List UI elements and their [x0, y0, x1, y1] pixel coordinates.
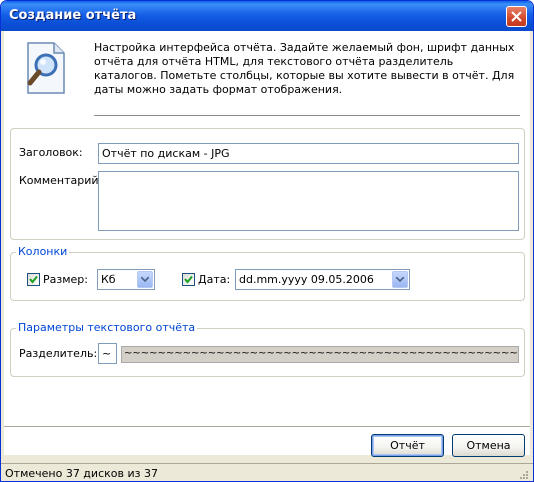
separator-label: Разделитель: — [19, 347, 98, 360]
dialog-body: Заголовок: Отчёт по дискам - JPG Коммент… — [4, 118, 530, 455]
size-unit-value: Кб — [101, 273, 116, 286]
report-button[interactable]: Отчёт — [371, 434, 444, 457]
size-unit-select[interactable]: Кб — [97, 269, 155, 290]
text-report-group: Параметры текстового отчёта Разделитель:… — [10, 321, 525, 377]
document-magnifier-icon — [24, 41, 70, 98]
header-divider — [94, 115, 520, 116]
close-button[interactable] — [506, 6, 527, 27]
dialog-footer — [4, 455, 530, 463]
checkmark-icon — [29, 275, 38, 284]
dialog-header: Настройка интерфейса отчёта. Задайте жел… — [4, 31, 530, 118]
date-label: Дата: — [198, 273, 231, 286]
size-unit-dropdown-button[interactable] — [137, 271, 153, 288]
separator-preview: ~~~~~~~~~~~~~~~~~~~~~~~~~~~~~~~~~~~~~~~~… — [121, 346, 519, 363]
dialog-window: Создание отчёта Настройка интерфейса отч… — [0, 0, 534, 482]
general-group: Заголовок: Отчёт по дискам - JPG Коммент… — [10, 128, 525, 240]
status-text: Отмечено 37 дисков из 37 — [5, 467, 158, 480]
resize-grip-icon[interactable] — [519, 470, 529, 480]
title-bar[interactable]: Создание отчёта — [1, 1, 533, 31]
title-label: Заголовок: — [19, 146, 83, 159]
date-format-value: dd.mm.yyyy 09.05.2006 — [239, 273, 374, 286]
chevron-down-icon — [141, 277, 149, 282]
close-icon — [511, 11, 522, 22]
footer-divider — [4, 426, 530, 427]
chevron-down-icon — [396, 277, 404, 282]
text-report-group-legend: Параметры текстового отчёта — [16, 321, 198, 334]
columns-group-legend: Колонки — [16, 245, 70, 258]
comment-label: Комментарий: — [19, 174, 103, 187]
columns-group: Колонки Размер: Кб Дата: dd.mm.yyyy 09.0… — [10, 245, 525, 301]
status-bar: Отмечено 37 дисков из 37 — [1, 463, 533, 481]
comment-textarea[interactable] — [98, 171, 519, 231]
cancel-button[interactable]: Отмена — [452, 434, 525, 457]
size-label: Размер: — [43, 273, 88, 286]
window-title: Создание отчёта — [9, 8, 137, 23]
report-title-input[interactable]: Отчёт по дискам - JPG — [98, 143, 519, 164]
header-description: Настройка интерфейса отчёта. Задайте жел… — [94, 41, 515, 96]
date-format-select[interactable]: dd.mm.yyyy 09.05.2006 — [235, 269, 410, 290]
size-checkbox[interactable] — [27, 273, 40, 286]
checkmark-icon — [184, 275, 193, 284]
date-format-dropdown-button[interactable] — [392, 271, 408, 288]
separator-input[interactable]: ~ — [98, 343, 117, 364]
date-checkbox[interactable] — [182, 273, 195, 286]
